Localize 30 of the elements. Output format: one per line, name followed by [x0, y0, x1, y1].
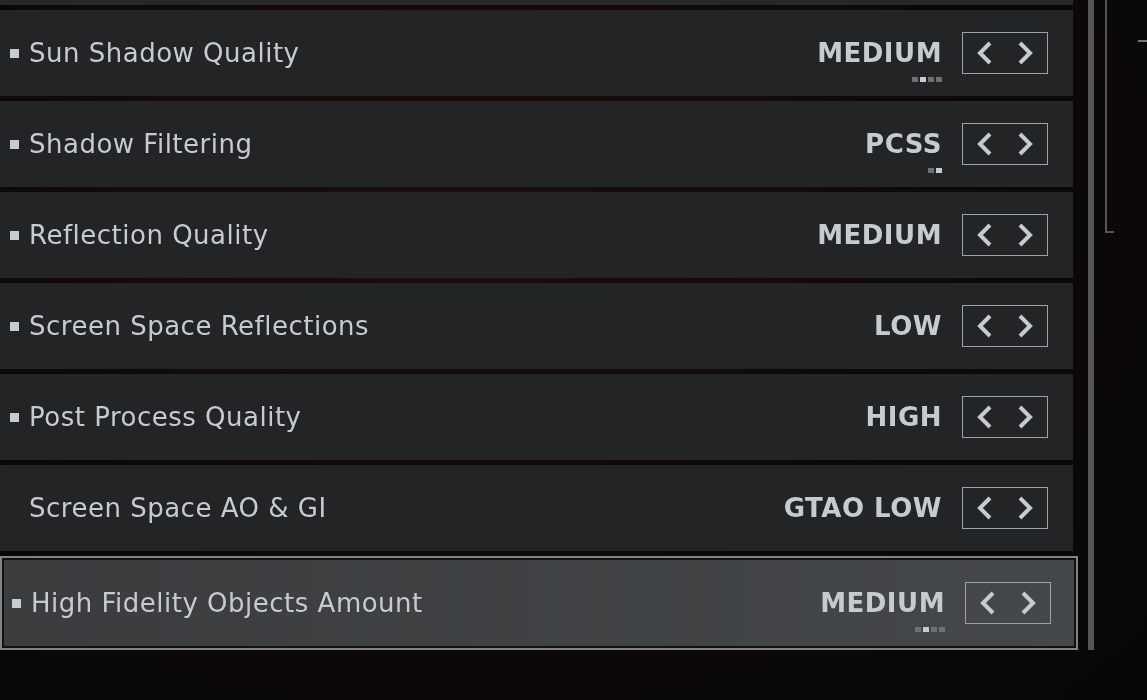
arrow-control[interactable] [962, 305, 1048, 347]
arrow-control[interactable] [962, 32, 1048, 74]
setting-value: MEDIUM [820, 588, 945, 618]
arrow-control[interactable] [962, 123, 1048, 165]
setting-label: Sun Shadow Quality [29, 38, 300, 68]
arrow-control[interactable] [965, 582, 1051, 624]
setting-row[interactable]: Reflection Quality MEDIUM [0, 192, 1073, 278]
setting-row[interactable]: High Fidelity Objects Amount MEDIUM [0, 556, 1078, 650]
setting-label: Post Process Quality [29, 402, 302, 432]
setting-label: High Fidelity Objects Amount [31, 588, 423, 618]
arrow-control[interactable] [962, 487, 1048, 529]
arrow-control[interactable] [962, 396, 1048, 438]
setting-row[interactable]: Post Process Quality HIGH [0, 374, 1073, 460]
arrow-control[interactable] [962, 214, 1048, 256]
setting-row[interactable]: Screen Space Reflections LOW [0, 283, 1073, 369]
setting-label: Screen Space Reflections [29, 311, 370, 341]
setting-label: Reflection Quality [29, 220, 269, 250]
setting-label: Screen Space AO & GI [29, 493, 327, 523]
setting-row[interactable]: Sun Shadow Quality MEDIUM [0, 10, 1073, 96]
setting-value: HIGH [865, 402, 942, 432]
setting-value: LOW [874, 311, 942, 341]
scrollbar[interactable] [1088, 0, 1094, 650]
tick-mark [1138, 40, 1147, 42]
setting-value: PCSS [865, 129, 942, 159]
setting-row[interactable]: Shadow Filtering PCSS [0, 101, 1073, 187]
setting-label: Shadow Filtering [29, 129, 253, 159]
setting-value: MEDIUM [817, 220, 942, 250]
setting-row[interactable]: Screen Space AO & GI GTAO LOW [0, 465, 1073, 551]
setting-value: GTAO LOW [783, 493, 942, 523]
setting-value: MEDIUM [817, 38, 942, 68]
